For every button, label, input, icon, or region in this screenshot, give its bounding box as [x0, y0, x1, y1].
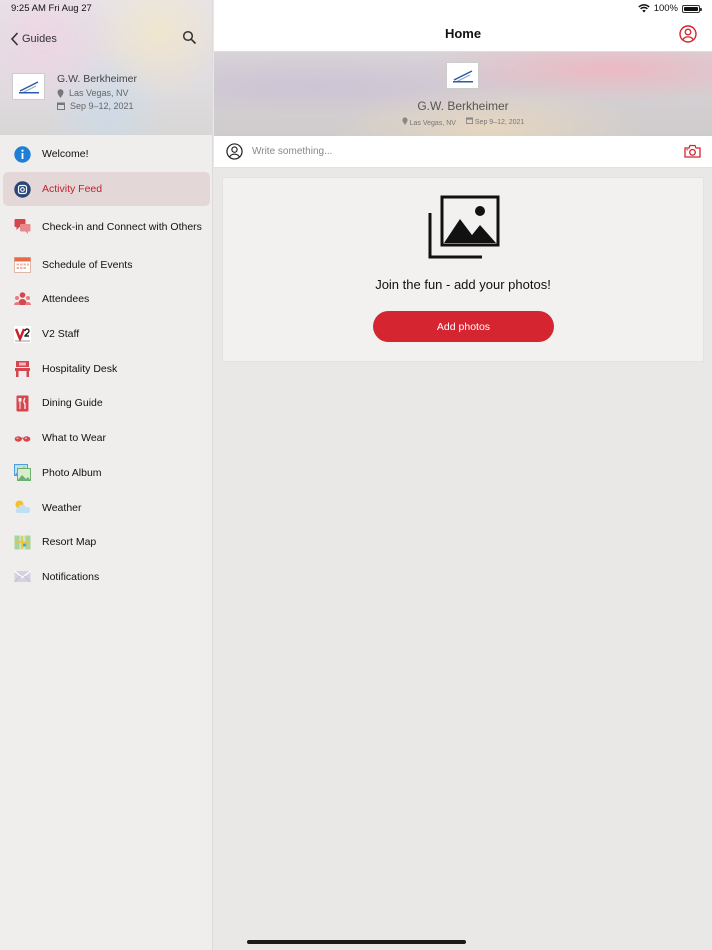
hero-event-name: G.W. Berkheimer: [417, 99, 509, 113]
berkheimer-logo-icon: [18, 80, 39, 93]
main-content: Home G.W. Berkheimer Las Vegas, NV Sep 9…: [214, 0, 712, 950]
sidebar-event-name: G.W. Berkheimer: [57, 73, 137, 85]
sidebar-item-hospitality[interactable]: Hospitality Desk: [3, 351, 210, 386]
sidebar-item-label: What to Wear: [42, 432, 106, 445]
berkheimer-logo-icon: [452, 69, 473, 82]
sidebar-event-location: Las Vegas, NV: [57, 88, 129, 98]
event-logo: [12, 73, 45, 100]
battery-percent: 100%: [653, 3, 678, 14]
sidebar-menu: Welcome! Activity Feed Check-in and Conn…: [0, 135, 212, 594]
sidebar-item-welcome[interactable]: Welcome!: [3, 137, 210, 172]
map-icon: [14, 534, 31, 551]
camera-icon: [684, 144, 701, 158]
post-input[interactable]: [252, 146, 652, 157]
calendar-small-icon: [465, 117, 473, 124]
post-composer: [214, 136, 712, 168]
status-indicators: 100%: [637, 3, 702, 14]
sidebar-item-label: Activity Feed: [42, 183, 103, 196]
sidebar-item-label: Schedule of Events: [42, 258, 133, 271]
sidebar-item-schedule[interactable]: Schedule of Events: [3, 247, 210, 282]
envelope-icon: [14, 568, 31, 585]
photo-album-icon: [14, 464, 31, 482]
page-title: Home: [444, 26, 482, 41]
info-icon: [14, 146, 31, 163]
sidebar-item-check-in[interactable]: Check-in and Connect with Others: [3, 206, 210, 247]
v2-logo-icon: [14, 325, 31, 343]
photos-icon: [428, 195, 500, 259]
add-photos-button[interactable]: Add photos: [373, 311, 554, 342]
calendar-small-icon: [57, 102, 65, 110]
profile-button[interactable]: [679, 25, 697, 48]
sidebar-item-label: Check-in and Connect with Others: [42, 220, 202, 233]
sidebar-item-notifications[interactable]: Notifications: [3, 560, 210, 595]
search-button[interactable]: [182, 30, 197, 50]
fork-knife-icon: [14, 395, 31, 412]
sidebar-item-activity-feed[interactable]: Activity Feed: [3, 171, 210, 207]
weather-icon: [14, 499, 31, 516]
location-pin-icon: [57, 88, 64, 98]
sidebar-item-label: Weather: [42, 501, 82, 514]
sidebar-item-label: Dining Guide: [42, 397, 103, 410]
hero-location: Las Vegas, NV: [402, 117, 456, 127]
sidebar-item-label: Attendees: [42, 293, 90, 306]
location-pin-icon: [402, 117, 408, 125]
sidebar-event-dates: Sep 9–12, 2021: [57, 101, 134, 111]
sidebar-item-label: Notifications: [42, 570, 100, 583]
people-icon: [14, 291, 31, 308]
sidebar-item-weather[interactable]: Weather: [3, 490, 210, 525]
camera-button[interactable]: [684, 144, 701, 163]
hero-dates: Sep 9–12, 2021: [465, 117, 525, 127]
sunglasses-icon: [14, 430, 31, 447]
sidebar: Guides G.W. Berkheimer Las Vegas, NV Sep…: [0, 0, 213, 950]
sidebar-item-v2-staff[interactable]: V2 Staff: [3, 317, 210, 352]
back-button[interactable]: Guides: [10, 32, 57, 46]
sidebar-hero-banner: Guides G.W. Berkheimer Las Vegas, NV Sep…: [0, 0, 212, 135]
sidebar-item-label: Photo Album: [42, 466, 102, 479]
wifi-icon: [637, 4, 650, 13]
sidebar-item-label: Resort Map: [42, 536, 97, 549]
status-time: 9:25 AM Fri Aug 27: [11, 3, 92, 14]
battery-icon: [682, 4, 702, 13]
sidebar-item-label: V2 Staff: [42, 328, 80, 341]
event-logo: [446, 62, 479, 89]
back-label: Guides: [22, 33, 57, 45]
sidebar-item-attendees[interactable]: Attendees: [3, 282, 210, 317]
desk-icon: [14, 360, 31, 378]
instagram-icon: [14, 180, 31, 198]
event-hero-banner: G.W. Berkheimer Las Vegas, NV Sep 9–12, …: [214, 52, 712, 136]
empty-state-title: Join the fun - add your photos!: [375, 277, 551, 292]
sidebar-event-location-text: Las Vegas, NV: [69, 88, 129, 98]
sidebar-item-label: Hospitality Desk: [42, 362, 118, 375]
sidebar-event-dates-text: Sep 9–12, 2021: [70, 101, 134, 111]
search-icon: [182, 30, 197, 45]
sidebar-item-what-to-wear[interactable]: What to Wear: [3, 421, 210, 456]
calendar-icon: [14, 256, 31, 274]
user-circle-icon: [679, 25, 697, 43]
hero-dates-text: Sep 9–12, 2021: [474, 119, 525, 126]
sidebar-item-photo-album[interactable]: Photo Album: [3, 456, 210, 491]
sidebar-item-label: Welcome!: [42, 148, 89, 161]
empty-feed-card: Join the fun - add your photos! Add phot…: [222, 177, 704, 362]
home-indicator[interactable]: [247, 940, 466, 944]
sidebar-item-dining[interactable]: Dining Guide: [3, 386, 210, 421]
hero-location-text: Las Vegas, NV: [409, 120, 456, 127]
chat-bubbles-icon: [14, 218, 31, 235]
user-avatar-icon: [226, 143, 243, 160]
chevron-left-icon: [10, 32, 19, 46]
hero-event-meta: Las Vegas, NV Sep 9–12, 2021: [214, 117, 712, 127]
sidebar-item-resort-map[interactable]: Resort Map: [3, 525, 210, 560]
